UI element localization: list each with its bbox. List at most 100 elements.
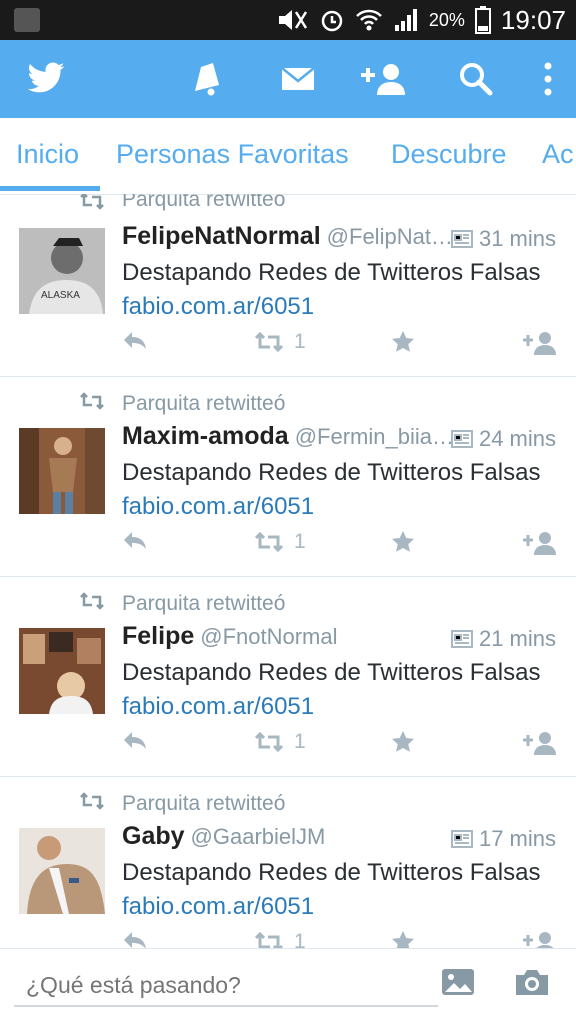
tweet-body: Destapando Redes de Twitteros Falsas — [122, 859, 541, 886]
card-icon — [450, 230, 473, 248]
tweet-meta: 31 mins — [450, 226, 556, 252]
avatar[interactable] — [19, 428, 105, 514]
tweet-actions: 1 — [0, 530, 576, 560]
author-name[interactable]: Maxim-amoda — [122, 422, 289, 450]
bell-icon[interactable] — [186, 40, 230, 118]
retweet-small-icon — [80, 392, 104, 410]
alarm-icon — [321, 10, 343, 32]
avatar[interactable] — [19, 828, 105, 914]
retweet-button[interactable]: 1 — [254, 730, 306, 754]
card-icon — [450, 430, 473, 448]
reply-icon[interactable] — [122, 530, 148, 550]
avatar[interactable]: ALASKA — [19, 228, 105, 314]
clock: 19:07 — [500, 4, 566, 35]
tweet-text: Destapando Redes de Twitteros Falsas fab… — [122, 856, 562, 924]
retweet-button[interactable]: 1 — [254, 530, 306, 554]
favorite-star-icon[interactable] — [390, 330, 416, 354]
tweet-item[interactable]: Parquita retwitteó Maxim-amoda @Fermin_bi… — [0, 376, 576, 577]
reply-icon[interactable] — [122, 730, 148, 750]
tweet-time: 17 mins — [478, 826, 556, 851]
author-handle[interactable]: @GaarbielJM — [191, 824, 326, 849]
tweet-time: 21 mins — [478, 626, 556, 651]
tweet-text: Destapando Redes de Twitteros Falsas fab… — [122, 256, 562, 324]
tweet-actions: 1 — [0, 930, 576, 948]
favorite-star-icon[interactable] — [390, 530, 416, 554]
avatar[interactable] — [19, 628, 105, 714]
retweeted-by: Parquita retwitteó — [122, 792, 286, 815]
retweet-count: 1 — [294, 730, 306, 753]
camera-icon[interactable] — [513, 967, 551, 1002]
author-handle[interactable]: @FelipNat… — [327, 224, 452, 249]
follow-icon[interactable] — [522, 930, 558, 948]
search-icon[interactable] — [454, 40, 498, 118]
follow-icon[interactable] — [522, 730, 558, 756]
retweeted-by: Parquita retwitteó — [122, 592, 286, 615]
tweet-body: Destapando Redes de Twitteros Falsas — [122, 259, 541, 286]
tweet-actions: 1 — [0, 730, 576, 760]
author-name[interactable]: Gaby — [122, 822, 185, 850]
author-name[interactable]: Felipe — [122, 622, 194, 650]
retweeted-by: Parquita retwitteó — [122, 194, 286, 211]
status-bar: 20% 19:07 — [0, 0, 576, 40]
author-name[interactable]: FelipeNatNormal — [122, 222, 321, 250]
wifi-icon — [356, 9, 382, 31]
signal-icon — [394, 9, 417, 31]
retweet-small-icon — [80, 194, 104, 210]
more-vert-icon[interactable] — [530, 40, 566, 118]
retweet-small-icon — [80, 592, 104, 610]
author-line: Maxim-amoda @Fermin_biia… — [122, 422, 452, 456]
app-bar — [0, 40, 576, 118]
tweet-item[interactable]: Parquita retwitteó ALASKA FelipeNatNorma… — [0, 194, 576, 377]
tweet-text: Destapando Redes de Twitteros Falsas fab… — [122, 456, 562, 524]
tweet-meta: 17 mins — [450, 826, 556, 852]
compose-bar — [0, 948, 576, 1025]
envelope-icon[interactable] — [276, 40, 320, 118]
tweet-link[interactable]: fabio.com.ar/6051 — [122, 693, 314, 720]
tweet-link[interactable]: fabio.com.ar/6051 — [122, 293, 314, 320]
tweet-item[interactable]: Parquita retwitteó Felipe @FnotNormal 21 … — [0, 576, 576, 777]
active-tab-indicator — [0, 186, 100, 191]
svg-text:ALASKA: ALASKA — [41, 290, 80, 301]
tab-descubre[interactable]: Descubre — [391, 118, 507, 190]
reply-icon[interactable] — [122, 930, 148, 948]
tweet-body: Destapando Redes de Twitteros Falsas — [122, 459, 541, 486]
notification-app-icon — [14, 8, 40, 32]
tweet-link[interactable]: fabio.com.ar/6051 — [122, 493, 314, 520]
retweet-button[interactable]: 1 — [254, 330, 306, 354]
tab-personas-favoritas[interactable]: Personas Favoritas — [116, 118, 349, 190]
add-user-icon[interactable] — [356, 40, 412, 118]
tweet-meta: 21 mins — [450, 626, 556, 652]
tweet-time: 24 mins — [478, 426, 556, 451]
card-icon — [450, 830, 473, 848]
author-handle[interactable]: @FnotNormal — [200, 624, 337, 649]
favorite-star-icon[interactable] — [390, 730, 416, 754]
mute-icon — [278, 10, 307, 30]
card-icon — [450, 630, 473, 648]
follow-icon[interactable] — [522, 330, 558, 356]
retweet-small-icon — [80, 792, 104, 810]
timeline[interactable]: Parquita retwitteó ALASKA FelipeNatNorma… — [0, 194, 576, 948]
retweet-button[interactable]: 1 — [254, 930, 306, 948]
photo-gallery-icon[interactable] — [440, 967, 476, 1002]
tweet-item[interactable]: Parquita retwitteó Gaby @GaarbielJM 17 mi… — [0, 776, 576, 948]
battery-icon — [474, 6, 491, 34]
battery-percent: 20% — [428, 9, 465, 30]
follow-icon[interactable] — [522, 530, 558, 556]
favorite-star-icon[interactable] — [390, 930, 416, 948]
reply-icon[interactable] — [122, 330, 148, 350]
status-icons: 20% 19:07 — [275, 0, 566, 40]
tab-bar: Inicio Personas Favoritas Descubre Ac — [0, 118, 576, 195]
tab-actividad[interactable]: Ac — [542, 118, 574, 190]
tweet-actions: 1 — [0, 330, 576, 360]
twitter-bird-icon[interactable] — [22, 40, 70, 118]
tweet-link[interactable]: fabio.com.ar/6051 — [122, 893, 314, 920]
compose-input[interactable] — [14, 965, 438, 1007]
tab-inicio[interactable]: Inicio — [16, 118, 79, 190]
author-line: Gaby @GaarbielJM — [122, 822, 452, 856]
retweet-count: 1 — [294, 930, 306, 948]
tweet-meta: 24 mins — [450, 426, 556, 452]
tweet-time: 31 mins — [478, 226, 556, 251]
retweeted-by: Parquita retwitteó — [122, 392, 286, 415]
author-handle[interactable]: @Fermin_biia… — [295, 424, 452, 449]
tweet-text: Destapando Redes de Twitteros Falsas fab… — [122, 656, 562, 724]
